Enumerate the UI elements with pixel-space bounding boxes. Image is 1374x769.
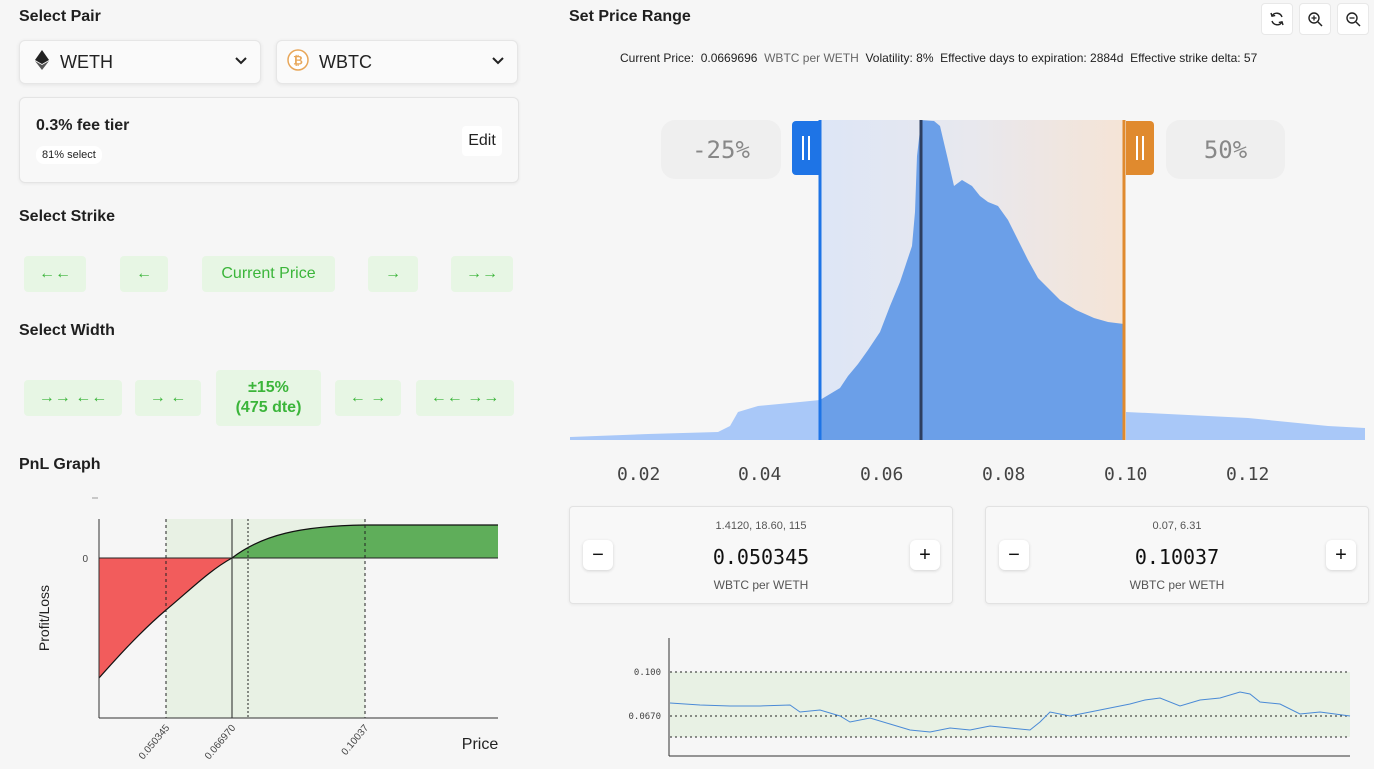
edit-fee-button[interactable]: Edit — [462, 126, 502, 156]
axis-tick: 0.08 — [982, 464, 1026, 485]
fee-tier-card: 0.3% fee tier 81% select Edit — [19, 97, 519, 183]
price-info-line: Current Price: 0.0669696 WBTC per WETH V… — [620, 51, 1257, 65]
token-b-select[interactable]: ₿ WBTC — [276, 40, 518, 84]
lower-percent-display: -25% — [661, 120, 781, 179]
upper-increment-button[interactable]: + — [1326, 540, 1356, 570]
upper-price-meta: 0.07, 6.31 — [1152, 520, 1202, 532]
strike-far-left-button[interactable]: ←← — [24, 256, 86, 292]
lower-price-card: 1.4120, 18.60, 115 0.050345 WBTC per WET… — [569, 506, 953, 604]
width-percent: ±15% — [248, 379, 289, 396]
current-price-unit: WBTC per WETH — [764, 51, 859, 65]
bitcoin-icon: ₿ — [287, 48, 309, 76]
upper-price-card: 0.07, 6.31 0.10037 WBTC per WETH − + — [985, 506, 1369, 604]
zoom-out-button[interactable] — [1337, 3, 1369, 35]
upper-percent-display: 50% — [1166, 120, 1285, 179]
axis-tick: 0.04 — [738, 464, 782, 485]
refresh-button[interactable] — [1261, 3, 1293, 35]
token-b-name: WBTC — [319, 51, 372, 72]
current-price-value: 0.0669696 — [700, 51, 758, 65]
history-range-band — [670, 672, 1350, 737]
set-price-range-heading: Set Price Range — [569, 8, 691, 25]
lower-range-handle[interactable] — [792, 121, 820, 175]
width-current-button[interactable]: ±15% (475 dte) — [216, 370, 321, 426]
select-width-heading: Select Width — [19, 322, 115, 339]
chevron-down-icon — [491, 53, 505, 71]
token-a-name: WETH — [60, 51, 113, 72]
history-label-current: 0.0670 — [628, 712, 661, 722]
pnl-tick-current: 0.066970 — [203, 723, 239, 762]
axis-tick: 0.12 — [1226, 464, 1270, 485]
pnl-zero-label: 0 — [82, 554, 88, 565]
axis-tick: 0.10 — [1104, 464, 1148, 485]
axis-tick: 0.06 — [860, 464, 904, 485]
fee-select-badge: 81% select — [36, 146, 102, 164]
price-history-chart: 0.100 0.0670 — [628, 638, 1351, 757]
zoom-in-icon — [1308, 12, 1323, 27]
history-label-upper: 0.100 — [634, 668, 661, 678]
chevron-down-icon — [234, 53, 248, 71]
lower-increment-button[interactable]: + — [910, 540, 940, 570]
select-strike-heading: Select Strike — [19, 208, 116, 225]
strike-current-price-button[interactable]: Current Price — [202, 256, 335, 292]
axis-tick: 0.02 — [617, 464, 661, 485]
zoom-in-button[interactable] — [1299, 3, 1331, 35]
upper-price-value[interactable]: 0.10037 — [986, 545, 1368, 569]
strike-right-button[interactable]: → — [368, 256, 418, 292]
effective-days: Effective days to expiration: 2884d — [940, 51, 1124, 65]
width-narrow-more-button[interactable]: →→ ←← — [24, 380, 122, 416]
zoom-out-icon — [1346, 12, 1361, 27]
lower-price-meta: 1.4120, 18.60, 115 — [715, 520, 807, 532]
pnl-graph-heading: PnL Graph — [19, 456, 101, 473]
upper-range-handle[interactable] — [1126, 121, 1154, 175]
strike-delta: Effective strike delta: 57 — [1130, 51, 1258, 65]
svg-text:₿: ₿ — [293, 53, 303, 67]
upper-decrement-button[interactable]: − — [999, 540, 1029, 570]
width-dte: (475 dte) — [235, 399, 302, 416]
strike-far-right-button[interactable]: →→ — [451, 256, 513, 292]
pnl-xlabel: Price — [462, 736, 499, 753]
upper-price-unit: WBTC per WETH — [1129, 578, 1225, 592]
drag-handle-icon — [1136, 136, 1144, 160]
drag-handle-icon — [802, 136, 810, 160]
volatility: Volatility: 8% — [865, 51, 934, 65]
pnl-tick-lower: 0.050345 — [137, 723, 173, 762]
width-narrow-button[interactable]: → ← — [135, 380, 201, 416]
distribution-right-tail — [1126, 412, 1365, 440]
lower-price-value[interactable]: 0.050345 — [570, 545, 952, 569]
lower-price-unit: WBTC per WETH — [713, 578, 809, 592]
pnl-tick-upper: 0.10037 — [340, 723, 372, 758]
refresh-icon — [1270, 12, 1284, 26]
width-widen-button[interactable]: ← → — [335, 380, 401, 416]
token-a-select[interactable]: WETH — [19, 40, 261, 84]
distribution-left-tail — [570, 400, 820, 440]
lower-decrement-button[interactable]: − — [583, 540, 613, 570]
pnl-graph: 0 Profit/Loss Price 0.050345 0.066970 0.… — [36, 497, 499, 762]
pnl-ylabel: Profit/Loss — [36, 585, 52, 651]
select-pair-heading: Select Pair — [19, 8, 101, 25]
strike-left-button[interactable]: ← — [120, 256, 168, 292]
fee-tier-label: 0.3% fee tier — [36, 117, 130, 134]
current-price-label: Current Price: — [620, 51, 695, 65]
width-widen-more-button[interactable]: ←← →→ — [416, 380, 514, 416]
ethereum-icon — [34, 49, 50, 75]
